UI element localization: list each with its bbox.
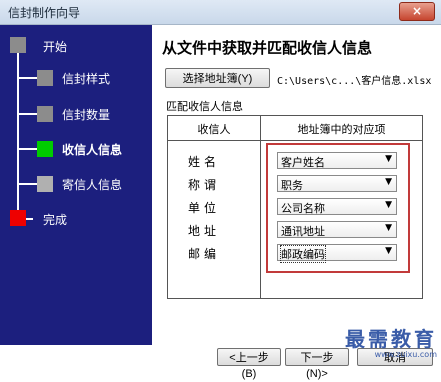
step-marker-icon	[10, 37, 26, 53]
table-header: 收信人 地址簿中的对应项	[168, 116, 422, 141]
step-label: 收信人信息	[62, 143, 123, 157]
next-button[interactable]: 下一步(N)>	[285, 348, 349, 380]
wizard-content: 从文件中获取并匹配收信人信息 选择地址簿(Y) C:\Users\c...\客户…	[152, 25, 441, 345]
watermark-logo: 最需教育 www.zuixu.com	[345, 323, 437, 359]
step-marker-icon	[37, 176, 53, 192]
field-label: 单位	[188, 201, 221, 215]
step-label: 信封数量	[62, 108, 111, 122]
field-label: 地址	[188, 224, 221, 238]
file-path: C:\Users\c...\客户信息.xlsx	[277, 76, 432, 87]
title-bar: 信封制作向导 ×	[0, 0, 441, 25]
step-marker-icon	[37, 141, 53, 157]
step-marker-icon	[37, 70, 53, 86]
step-marker-icon	[10, 210, 26, 226]
window-title: 信封制作向导	[8, 6, 81, 20]
previous-button[interactable]: <上一步(B)	[217, 348, 281, 380]
step-label: 信封样式	[62, 72, 111, 86]
column-header-recipient: 收信人	[197, 123, 231, 136]
column-header-mapping: 地址簿中的对应项	[297, 123, 386, 136]
select-address-book-button[interactable]: 选择地址簿(Y)	[165, 68, 270, 88]
watermark-text: 最需教育	[345, 327, 437, 351]
step-label: 开始	[43, 40, 68, 54]
field-label: 称谓	[188, 178, 221, 192]
field-label: 姓名	[188, 155, 221, 169]
close-button[interactable]: ×	[399, 2, 435, 21]
step-label: 寄信人信息	[62, 178, 123, 192]
page-title: 从文件中获取并匹配收信人信息	[162, 39, 373, 57]
step-marker-icon	[37, 106, 53, 122]
wizard-steps-sidebar: 开始 信封样式 信封数量 收信人信息 寄信人信息 完成	[0, 25, 152, 345]
highlight-box	[266, 143, 410, 273]
section-label: 匹配收信人信息	[166, 100, 243, 113]
field-label: 邮编	[188, 247, 221, 261]
steps-connector	[17, 45, 19, 213]
step-label: 完成	[43, 213, 68, 227]
